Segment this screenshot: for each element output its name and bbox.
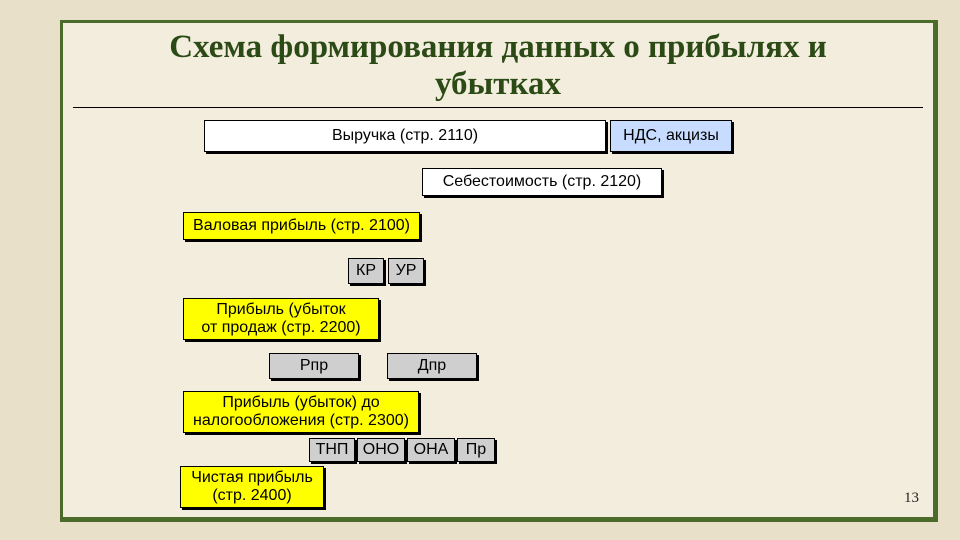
diagram-stage: Выручка (стр. 2110) НДС, акцизы Себестои… <box>63 108 933 488</box>
box-ur: УР <box>388 258 424 284</box>
box-pr: Пр <box>457 438 495 462</box>
box-ona: ОНА <box>407 438 455 462</box>
box-gross-profit: Валовая прибыль (стр. 2100) <box>183 212 420 240</box>
box-ono: ОНО <box>357 438 405 462</box>
box-rpr: Рпр <box>269 353 359 379</box>
page-number: 13 <box>904 490 919 507</box>
box-net-profit: Чистая прибыль (стр. 2400) <box>180 466 324 508</box>
box-kr: КР <box>348 258 384 284</box>
box-cost: Себестоимость (стр. 2120) <box>422 168 662 196</box>
slide-title: Схема формирования данных о прибылях и у… <box>103 29 893 103</box>
box-vat: НДС, акцизы <box>610 120 732 152</box>
box-dpr: Дпр <box>387 353 477 379</box>
box-tnp: ТНП <box>309 438 355 462</box>
box-revenue: Выручка (стр. 2110) <box>204 120 606 152</box>
box-sales-profit: Прибыль (убыток от продаж (стр. 2200) <box>183 298 379 340</box>
box-pretax-profit: Прибыль (убыток) до налогообложения (стр… <box>183 391 419 433</box>
slide-frame: Схема формирования данных о прибылях и у… <box>60 20 938 522</box>
